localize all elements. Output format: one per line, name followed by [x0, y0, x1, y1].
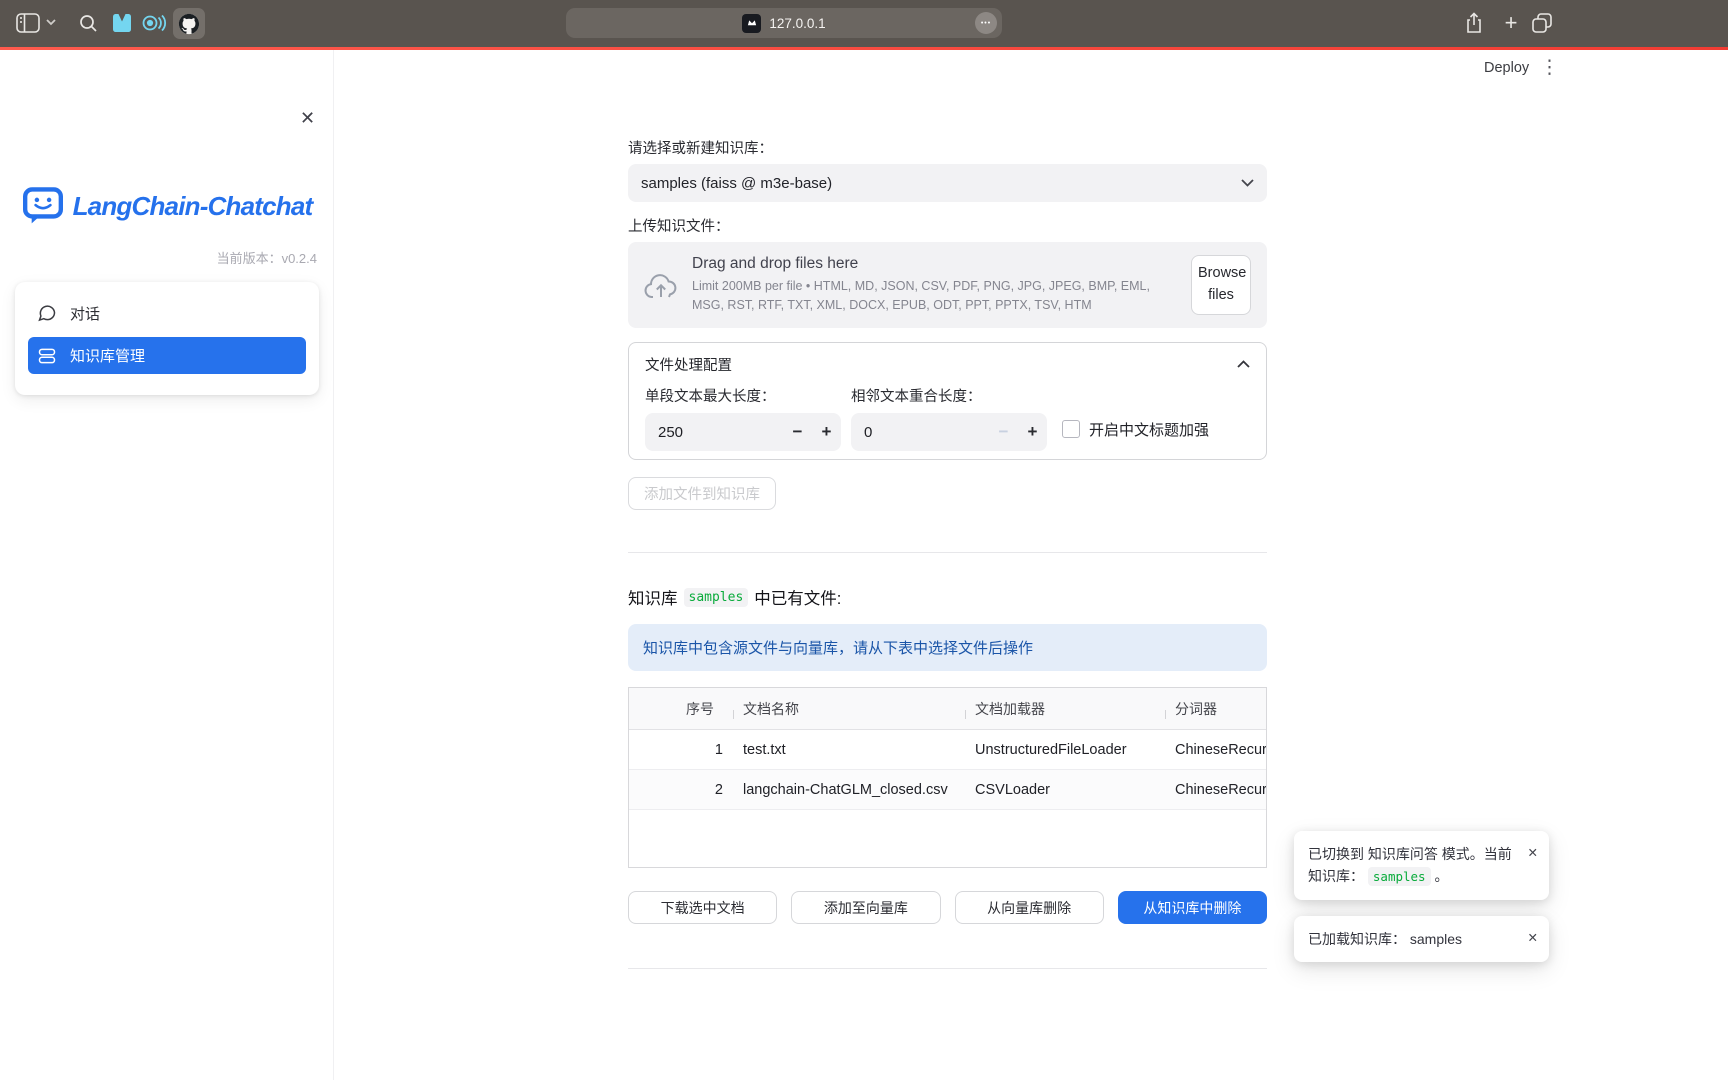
chevron-up-icon: [1237, 360, 1250, 368]
chunk-size-label: 单段文本最大长度：: [645, 385, 841, 406]
url-text: 127.0.0.1: [769, 16, 825, 31]
cell-loader: CSVLoader: [965, 782, 1165, 798]
column-header-index[interactable]: 序号: [676, 699, 733, 719]
overlap-size-label: 相邻文本重合长度：: [851, 385, 1047, 406]
overlap-size-group: 相邻文本重合长度： 0 − +: [851, 385, 1047, 451]
files-table: 序号 文档名称 文档加载器 分词器 1 test.txt Unstructure…: [628, 687, 1267, 868]
menu-item-label: 对话: [70, 303, 100, 324]
page-settings-icon[interactable]: •••: [975, 12, 997, 34]
cell-index: 2: [676, 782, 733, 798]
delete-from-kb-button[interactable]: 从知识库中删除: [1118, 891, 1267, 924]
chat-bubble-logo-icon: [22, 186, 64, 226]
expander-body: 单段文本最大长度： 250 − + 相邻文本重合长度： 0 − +: [629, 385, 1266, 464]
column-header-splitter[interactable]: 分词器: [1165, 699, 1266, 719]
chunk-size-value[interactable]: 250: [645, 424, 783, 441]
divider: [628, 552, 1267, 553]
overlap-size-value[interactable]: 0: [851, 424, 989, 441]
menu-item-label: 知识库管理: [70, 345, 145, 366]
info-box: 知识库中包含源文件与向量库，请从下表中选择文件后操作: [628, 624, 1267, 671]
streamlit-favicon: [742, 14, 761, 33]
app-title: LangChain-Chatchat: [73, 191, 313, 222]
overlap-plus-button[interactable]: +: [1018, 422, 1047, 442]
app-root: 127.0.0.1 ••• + ✕: [0, 0, 1728, 1080]
chunk-plus-button[interactable]: +: [812, 422, 841, 442]
zh-title-enhance-checkbox[interactable]: [1062, 420, 1080, 438]
extension-bookmark-icon[interactable]: [110, 11, 134, 35]
dropzone-limit: Limit 200MB per file • HTML, MD, JSON, C…: [692, 277, 1174, 315]
menu-item-knowledge-base[interactable]: 知识库管理: [28, 337, 306, 374]
tab-overview-icon[interactable]: [1531, 12, 1553, 34]
main-menu-kebab-icon[interactable]: ⋮: [1540, 56, 1559, 79]
expander-header[interactable]: 文件处理配置: [629, 343, 1266, 385]
expander-title: 文件处理配置: [645, 354, 732, 375]
main-content: 请选择或新建知识库： samples (faiss @ m3e-base) 上传…: [628, 137, 1267, 969]
app-logo: LangChain-Chatchat: [0, 186, 334, 226]
sidebar: ✕ LangChain-Chatchat 当前版本：v0.2.4 对话: [0, 50, 334, 1080]
action-buttons-row: 下载选中文档 添加至向量库 从向量库删除 从知识库中删除: [628, 891, 1267, 924]
add-files-button[interactable]: 添加文件到知识库: [628, 477, 776, 510]
search-icon[interactable]: [79, 14, 98, 33]
cell-index: 1: [676, 742, 733, 758]
divider: [628, 968, 1267, 969]
column-header-loader[interactable]: 文档加载器: [965, 699, 1165, 719]
active-tab-github[interactable]: [173, 8, 205, 39]
chunk-size-group: 单段文本最大长度： 250 − +: [645, 385, 841, 451]
cell-name: test.txt: [733, 742, 965, 758]
browser-toolbar: 127.0.0.1 ••• +: [0, 0, 1728, 47]
sidebar-close-icon[interactable]: ✕: [300, 108, 315, 129]
table-row[interactable]: 1 test.txt UnstructuredFileLoader Chines…: [629, 730, 1266, 770]
cell-splitter: ChineseRecursiveT: [1165, 742, 1266, 758]
cell-name: langchain-ChatGLM_closed.csv: [733, 782, 965, 798]
zh-title-enhance-label: 开启中文标题加强: [1089, 419, 1209, 440]
table-row[interactable]: 2 langchain-ChatGLM_closed.csv CSVLoader…: [629, 770, 1266, 810]
address-bar[interactable]: 127.0.0.1 •••: [566, 8, 1002, 38]
github-icon: [178, 13, 200, 35]
chunk-size-input[interactable]: 250 − +: [645, 413, 841, 451]
upload-label: 上传知识文件：: [628, 215, 1267, 236]
overlap-size-input[interactable]: 0 − +: [851, 413, 1047, 451]
new-tab-icon[interactable]: +: [1499, 9, 1523, 37]
overlap-minus-button[interactable]: −: [989, 422, 1018, 442]
kb-selectbox[interactable]: samples (faiss @ m3e-base): [628, 164, 1267, 202]
kb-selected-value: samples (faiss @ m3e-base): [641, 175, 832, 192]
table-header-row: 序号 文档名称 文档加载器 分词器: [629, 688, 1266, 730]
toast-kb-code: samples: [1368, 867, 1431, 886]
file-config-expander: 文件处理配置 单段文本最大长度： 250 − + 相邻文本重合长度：: [628, 342, 1267, 460]
chevron-down-icon[interactable]: [46, 19, 56, 26]
dropzone-title: Drag and drop files here: [692, 255, 1174, 273]
browse-files-button[interactable]: Browse files: [1191, 255, 1251, 315]
kb-select-label: 请选择或新建知识库：: [628, 137, 1267, 158]
toast-close-icon[interactable]: ✕: [1528, 843, 1538, 863]
toast-text: 已加载知识库： samples: [1308, 931, 1462, 947]
chat-icon: [37, 303, 57, 323]
layers-icon: [37, 346, 57, 366]
menu-item-dialogue[interactable]: 对话: [28, 294, 306, 332]
toast-mode-switched: 已切换到 知识库问答 模式。当前知识库： samples 。 ✕: [1294, 831, 1549, 900]
files-heading-prefix: 知识库: [628, 585, 678, 609]
sidebar-menu: 对话 知识库管理: [15, 282, 319, 395]
kb-name-code: samples: [684, 588, 749, 607]
files-heading-suffix: 中已有文件:: [754, 585, 841, 609]
files-heading: 知识库 samples 中已有文件:: [628, 585, 1267, 609]
delete-from-vector-store-button[interactable]: 从向量库删除: [955, 891, 1104, 924]
toast-text: 。: [1431, 868, 1449, 884]
extension-radar-icon[interactable]: [141, 11, 167, 35]
cloud-upload-icon: [644, 272, 678, 299]
chunk-minus-button[interactable]: −: [783, 422, 812, 442]
sidebar-toggle-icon[interactable]: [16, 13, 40, 33]
cell-loader: UnstructuredFileLoader: [965, 742, 1165, 758]
deploy-button[interactable]: Deploy: [1484, 60, 1529, 76]
add-to-vector-store-button[interactable]: 添加至向量库: [791, 891, 940, 924]
toast-kb-loaded: 已加载知识库： samples ✕: [1294, 916, 1549, 962]
cell-splitter: ChineseRecursiveT: [1165, 782, 1266, 798]
column-header-name[interactable]: 文档名称: [733, 699, 965, 719]
share-icon[interactable]: [1464, 11, 1484, 35]
zh-title-enhance-group: 开启中文标题加强: [1062, 410, 1209, 448]
chevron-down-icon: [1241, 179, 1254, 187]
dropzone-text: Drag and drop files here Limit 200MB per…: [692, 255, 1174, 315]
toast-close-icon[interactable]: ✕: [1528, 928, 1538, 948]
file-dropzone[interactable]: Drag and drop files here Limit 200MB per…: [628, 242, 1267, 328]
download-selected-button[interactable]: 下载选中文档: [628, 891, 777, 924]
version-label: 当前版本：v0.2.4: [217, 248, 317, 267]
